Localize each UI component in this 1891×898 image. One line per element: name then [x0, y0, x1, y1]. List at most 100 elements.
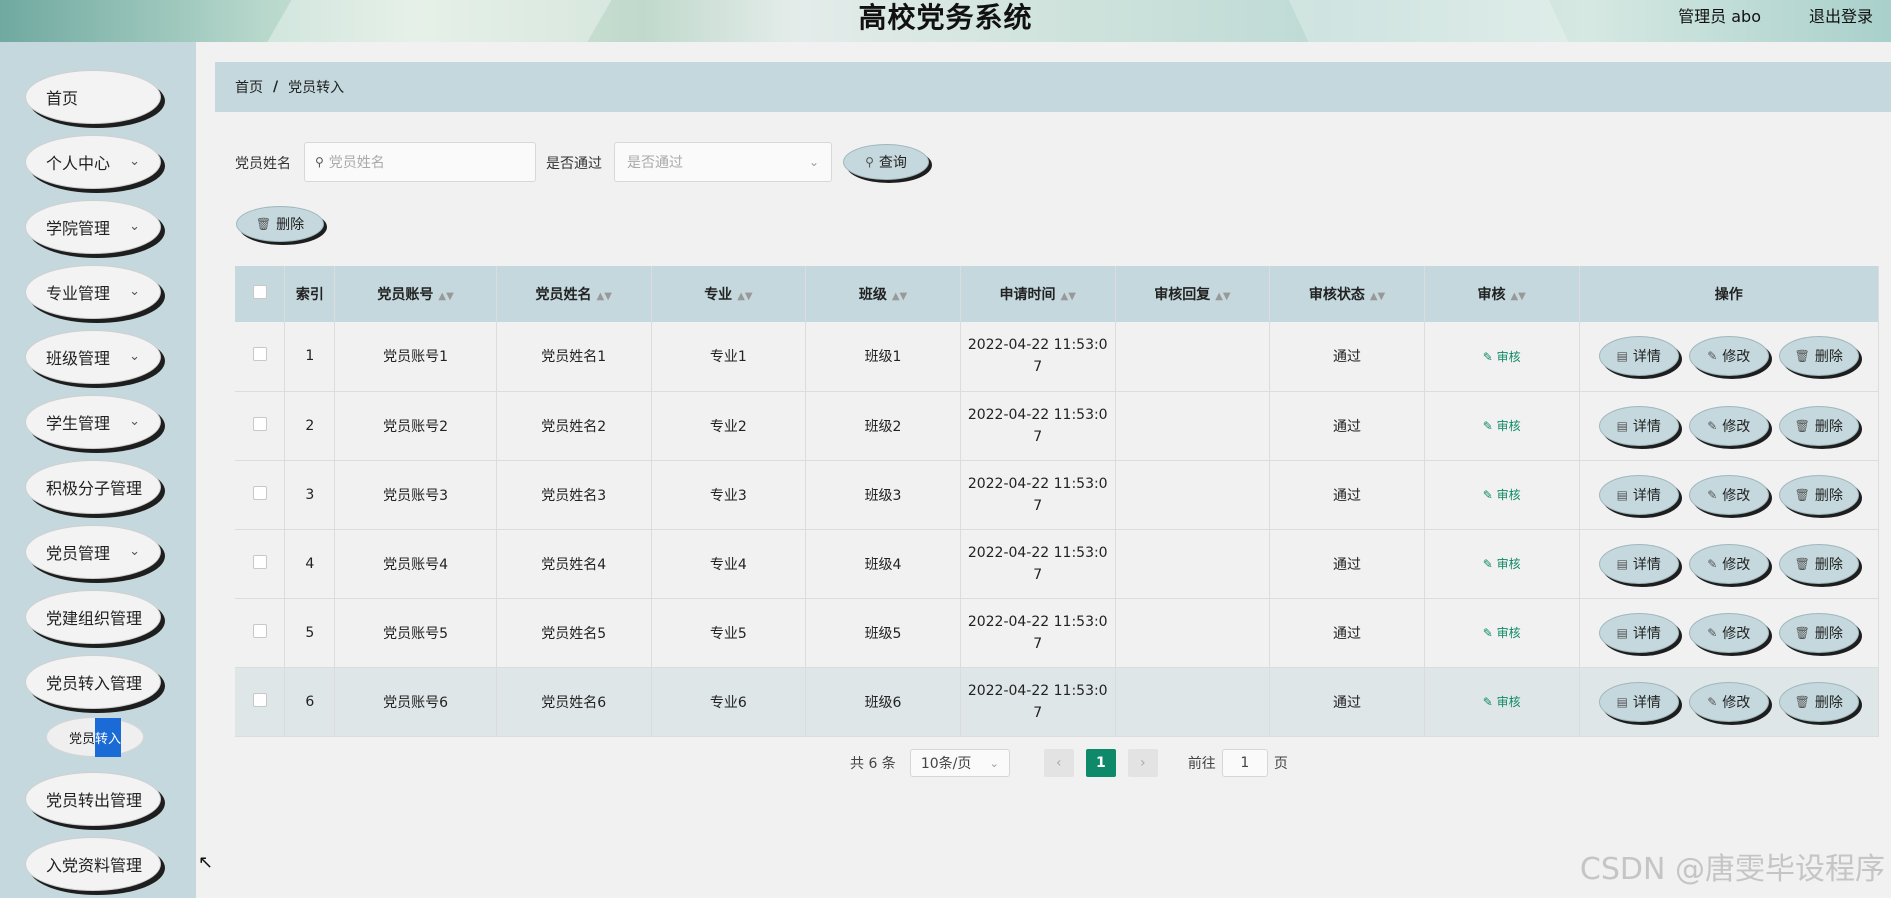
- row-checkbox[interactable]: [252, 554, 267, 569]
- sidebar-item-1[interactable]: 个人中心 ⌄: [25, 135, 161, 189]
- sidebar-item-2[interactable]: 学院管理 ⌄: [25, 200, 161, 254]
- header-major[interactable]: 专业 ▲▼: [651, 266, 807, 322]
- sidebar-subitem-party-transfer-in[interactable]: 党员 转入: [46, 717, 144, 757]
- cell-ops: ▤ 详情 ✎ 修改 🗑 删除: [1579, 460, 1879, 530]
- audit-link[interactable]: ✎ 审核: [1483, 350, 1521, 364]
- sort-icon[interactable]: ▲▼: [892, 291, 907, 302]
- select-all-checkbox[interactable]: [252, 285, 267, 299]
- header-name[interactable]: 党员姓名 ▲▼: [496, 266, 652, 322]
- sort-icon[interactable]: ▲▼: [597, 291, 612, 302]
- detail-button[interactable]: ▤ 详情: [1598, 543, 1679, 584]
- sidebar-item-11[interactable]: 入党资料管理: [25, 837, 161, 891]
- pagination-total: 共 6 条: [850, 756, 896, 772]
- logout-link[interactable]: 退出登录: [1809, 3, 1873, 27]
- cell-reply: [1115, 667, 1271, 737]
- row-checkbox-cell[interactable]: [235, 598, 286, 668]
- delete-button[interactable]: 🗑 删除: [1778, 336, 1859, 377]
- audit-link[interactable]: ✎ 审核: [1483, 695, 1521, 709]
- cell-name: 党员姓名4: [496, 529, 652, 599]
- edit-icon: ✎: [1707, 487, 1718, 502]
- sidebar-item-0[interactable]: 首页: [25, 70, 161, 124]
- batch-delete-button[interactable]: 🗑 删除: [236, 206, 324, 242]
- row-checkbox[interactable]: [252, 485, 267, 500]
- cell-account: 党员账号5: [334, 598, 497, 668]
- audit-link[interactable]: ✎ 审核: [1483, 419, 1521, 433]
- edit-button[interactable]: ✎ 修改: [1688, 612, 1769, 653]
- row-checkbox[interactable]: [252, 692, 267, 707]
- cell-name: 党员姓名5: [496, 598, 652, 668]
- sidebar-item-4[interactable]: 班级管理 ⌄: [25, 330, 161, 384]
- header-class[interactable]: 班级 ▲▼: [805, 266, 961, 322]
- sidebar-item-9[interactable]: 党员转入管理: [25, 655, 161, 709]
- page-1-button[interactable]: 1: [1085, 749, 1116, 777]
- name-search-placeholder: 党员姓名: [328, 155, 385, 171]
- goto-label: 前往: [1187, 756, 1216, 772]
- row-checkbox-cell[interactable]: [235, 322, 286, 392]
- prev-page-button[interactable]: ‹: [1043, 749, 1074, 777]
- cell-reply: [1115, 460, 1271, 530]
- row-checkbox[interactable]: [252, 623, 267, 638]
- header-reply[interactable]: 审核回复 ▲▼: [1115, 266, 1271, 322]
- query-button[interactable]: ⚲ 查询: [843, 144, 929, 180]
- sort-icon[interactable]: ▲▼: [1370, 291, 1385, 302]
- sidebar-item-label: 学院管理: [46, 219, 111, 238]
- header-status[interactable]: 审核状态 ▲▼: [1269, 266, 1425, 322]
- sort-icon[interactable]: ▲▼: [1510, 291, 1525, 302]
- header-time[interactable]: 申请时间 ▲▼: [960, 266, 1116, 322]
- detail-button[interactable]: ▤ 详情: [1598, 405, 1679, 446]
- row-checkbox[interactable]: [252, 347, 267, 362]
- select-all-checkbox-cell[interactable]: [235, 266, 286, 322]
- detail-button[interactable]: ▤ 详情: [1598, 612, 1679, 653]
- sidebar-item-3[interactable]: 专业管理 ⌄: [25, 265, 161, 319]
- edit-button[interactable]: ✎ 修改: [1688, 336, 1769, 377]
- sidebar-item-label: 专业管理: [46, 284, 111, 303]
- row-checkbox[interactable]: [252, 416, 267, 431]
- chevron-down-icon: ⌄: [129, 219, 140, 234]
- sidebar-item-8[interactable]: 党建组织管理: [25, 590, 161, 644]
- detail-button[interactable]: ▤ 详情: [1598, 336, 1679, 377]
- row-checkbox-cell[interactable]: [235, 460, 286, 530]
- detail-button-label: 详情: [1632, 694, 1661, 711]
- pass-filter-select[interactable]: 是否通过 ⌄: [614, 142, 832, 182]
- cell-account: 党员账号3: [334, 460, 497, 530]
- cell-major: 专业3: [651, 460, 807, 530]
- sort-icon[interactable]: ▲▼: [1215, 291, 1230, 302]
- goto-page-input[interactable]: 1: [1221, 749, 1268, 777]
- sidebar-item-6[interactable]: 积极分子管理: [25, 460, 161, 514]
- detail-button-label: 详情: [1632, 625, 1661, 642]
- edit-button[interactable]: ✎ 修改: [1688, 474, 1769, 515]
- page-size-select[interactable]: 10条/页 ⌄: [909, 749, 1010, 777]
- audit-link-label: 审核: [1496, 557, 1521, 571]
- header-account[interactable]: 党员账号 ▲▼: [334, 266, 497, 322]
- row-checkbox-cell[interactable]: [235, 667, 286, 737]
- delete-button[interactable]: 🗑 删除: [1778, 474, 1859, 515]
- delete-button[interactable]: 🗑 删除: [1778, 543, 1859, 584]
- cell-name: 党员姓名1: [496, 322, 652, 392]
- detail-button[interactable]: ▤ 详情: [1598, 474, 1679, 515]
- audit-link[interactable]: ✎ 审核: [1483, 626, 1521, 640]
- detail-button[interactable]: ▤ 详情: [1598, 681, 1679, 722]
- edit-button[interactable]: ✎ 修改: [1688, 405, 1769, 446]
- breadcrumb-home[interactable]: 首页: [235, 77, 263, 97]
- sort-icon[interactable]: ▲▼: [737, 291, 752, 302]
- delete-button[interactable]: 🗑 删除: [1778, 681, 1859, 722]
- sidebar-item-5[interactable]: 学生管理 ⌄: [25, 395, 161, 449]
- row-checkbox-cell[interactable]: [235, 391, 286, 461]
- sidebar-item-7[interactable]: 党员管理 ⌄: [25, 525, 161, 579]
- header-audit[interactable]: 审核 ▲▼: [1424, 266, 1580, 322]
- sidebar-item-10[interactable]: 党员转出管理: [25, 772, 161, 826]
- sort-icon[interactable]: ▲▼: [1061, 291, 1076, 302]
- edit-icon: ✎: [1482, 349, 1497, 364]
- edit-button[interactable]: ✎ 修改: [1688, 681, 1769, 722]
- audit-link[interactable]: ✎ 审核: [1483, 557, 1521, 571]
- row-checkbox-cell[interactable]: [235, 529, 286, 599]
- next-page-button[interactable]: ›: [1127, 749, 1158, 777]
- cell-class: 班级6: [805, 667, 961, 737]
- edit-button[interactable]: ✎ 修改: [1688, 543, 1769, 584]
- cell-account: 党员账号4: [334, 529, 497, 599]
- delete-button[interactable]: 🗑 删除: [1778, 612, 1859, 653]
- audit-link[interactable]: ✎ 审核: [1483, 488, 1521, 502]
- sort-icon[interactable]: ▲▼: [438, 291, 453, 302]
- delete-button[interactable]: 🗑 删除: [1778, 405, 1859, 446]
- name-search-input[interactable]: ⚲ 党员姓名: [304, 142, 536, 182]
